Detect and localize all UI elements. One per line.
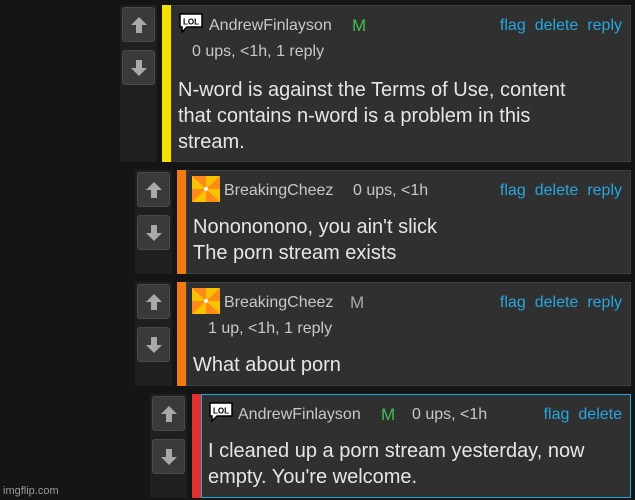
author-name[interactable]: BreakingCheez bbox=[224, 294, 333, 312]
mod-badge: M bbox=[381, 405, 396, 424]
author-name[interactable]: BreakingCheez bbox=[224, 182, 333, 200]
author-name[interactable]: AndrewFinlayson bbox=[238, 406, 361, 424]
svg-text:LOL: LOL bbox=[183, 18, 199, 27]
comment-text-line: that contains n-word is a problem in thi… bbox=[178, 105, 531, 127]
downvote-button[interactable] bbox=[152, 439, 185, 474]
comment-2: BreakingCheez 0 ups, <1h flag delete reply… bbox=[135, 170, 631, 274]
comment-text-line: N-word is against the Terms of Use, cont… bbox=[178, 79, 566, 101]
comment-text-line: empty. You're welcome. bbox=[208, 466, 418, 488]
comment-actions: flag delete reply bbox=[491, 182, 622, 200]
upvote-arrow-icon bbox=[160, 405, 177, 422]
downvote-arrow-icon bbox=[130, 59, 147, 76]
comment-body: BreakingCheez M flag delete reply 1 up, <1… bbox=[186, 282, 631, 386]
comment-meta: 0 ups, <1h, 1 reply bbox=[192, 43, 325, 60]
upvote-button[interactable] bbox=[152, 396, 185, 431]
vote-column bbox=[120, 5, 157, 162]
upvote-arrow-icon bbox=[145, 181, 162, 198]
comment-text-line: Nonononono, you ain't slick bbox=[193, 216, 437, 238]
pinwheel-icon bbox=[192, 176, 220, 202]
comment-meta: 1 up, <1h, 1 reply bbox=[208, 320, 333, 337]
comment-actions: flag delete reply bbox=[491, 294, 622, 312]
comment-text-line: I cleaned up a porn stream yesterday, no… bbox=[208, 440, 585, 462]
vote-column bbox=[135, 170, 172, 274]
comment-body: LOL AndrewFinlayson M 0 ups, <1h flag del… bbox=[201, 394, 631, 498]
mod-badge: M bbox=[352, 16, 367, 35]
downvote-arrow-icon bbox=[145, 224, 162, 241]
reply-link[interactable]: reply bbox=[587, 17, 622, 34]
comment-3: BreakingCheez M flag delete reply 1 up, <1… bbox=[135, 282, 631, 386]
comment-depth-bar bbox=[192, 394, 201, 498]
upvote-button[interactable] bbox=[137, 284, 170, 319]
svg-text:LOL: LOL bbox=[213, 407, 229, 416]
comment-depth-bar bbox=[177, 170, 186, 274]
upvote-arrow-icon bbox=[145, 293, 162, 310]
flag-link[interactable]: flag bbox=[500, 182, 526, 199]
pinwheel-icon bbox=[192, 288, 220, 314]
comment-depth-bar bbox=[177, 282, 186, 386]
flag-link[interactable]: flag bbox=[500, 17, 526, 34]
flag-link[interactable]: flag bbox=[500, 294, 526, 311]
downvote-button[interactable] bbox=[137, 327, 170, 362]
comment-1: LOL AndrewFinlayson M flag delete reply 0 … bbox=[120, 5, 631, 162]
delete-link[interactable]: delete bbox=[535, 17, 579, 34]
reply-link[interactable]: reply bbox=[587, 182, 622, 199]
comment-meta: 0 ups, <1h bbox=[353, 182, 429, 199]
comment-body: LOL AndrewFinlayson M flag delete reply 0 … bbox=[171, 5, 631, 162]
comment-text-line: What about porn bbox=[193, 354, 341, 376]
comment-4: LOL AndrewFinlayson M 0 ups, <1h flag del… bbox=[150, 394, 631, 498]
author-name[interactable]: AndrewFinlayson bbox=[209, 17, 332, 35]
downvote-arrow-icon bbox=[160, 448, 177, 465]
upvote-button[interactable] bbox=[122, 7, 155, 42]
comment-text-line: stream. bbox=[178, 131, 245, 153]
reply-link[interactable]: reply bbox=[587, 294, 622, 311]
delete-link[interactable]: delete bbox=[535, 294, 579, 311]
upvote-arrow-icon bbox=[130, 16, 147, 33]
comment-actions: flag delete bbox=[535, 406, 622, 424]
comment-meta: 0 ups, <1h bbox=[412, 406, 488, 423]
delete-link[interactable]: delete bbox=[578, 406, 622, 423]
lol-speech-icon: LOL bbox=[209, 402, 233, 423]
downvote-button[interactable] bbox=[122, 50, 155, 85]
comment-body: BreakingCheez 0 ups, <1h flag delete reply… bbox=[186, 170, 631, 274]
lol-speech-icon: LOL bbox=[179, 13, 203, 34]
comment-actions: flag delete reply bbox=[491, 17, 622, 35]
downvote-arrow-icon bbox=[145, 336, 162, 353]
downvote-button[interactable] bbox=[137, 215, 170, 250]
vote-column bbox=[135, 282, 172, 386]
watermark: imgflip.com bbox=[3, 485, 59, 497]
comment-depth-bar bbox=[162, 5, 171, 162]
vote-column bbox=[150, 394, 187, 498]
flag-link[interactable]: flag bbox=[544, 406, 570, 423]
delete-link[interactable]: delete bbox=[535, 182, 579, 199]
upvote-button[interactable] bbox=[137, 172, 170, 207]
comment-text-line: The porn stream exists bbox=[193, 242, 397, 264]
mod-badge: M bbox=[350, 293, 365, 312]
